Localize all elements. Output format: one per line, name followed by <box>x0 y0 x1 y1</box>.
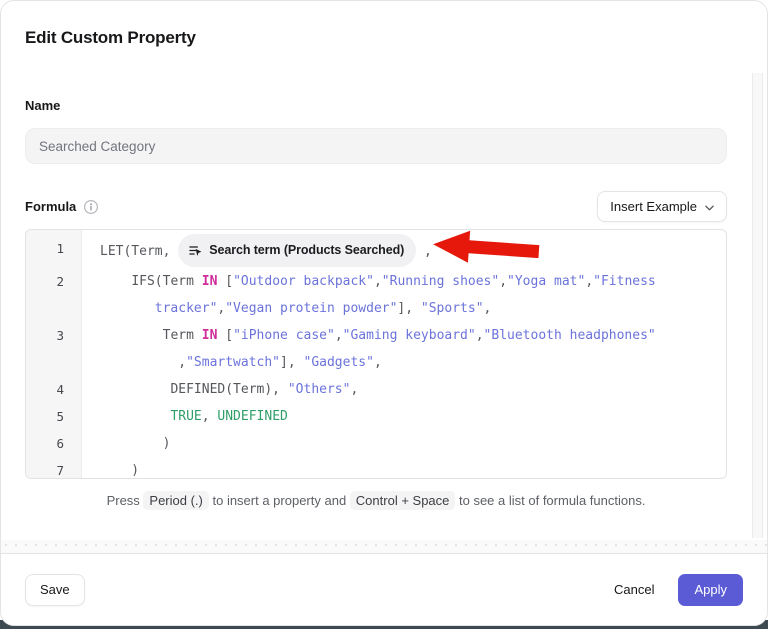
property-chip[interactable]: Search term (Products Searched) <box>178 234 416 267</box>
code-line[interactable]: TRUE, UNDEFINED <box>82 403 707 430</box>
code-token: ], <box>280 355 303 370</box>
code-token: "Outdoor backpack" <box>233 274 374 289</box>
save-button[interactable]: Save <box>25 574 85 606</box>
kbd-control-space: Control + Space <box>350 491 456 510</box>
code-row: 2IFS(Term IN ["Outdoor backpack","Runnin… <box>26 268 726 322</box>
code-token: DEFINED(Term), <box>170 382 287 397</box>
modal-footer: Save Cancel Apply <box>1 554 767 625</box>
code-token: IFS(Term <box>131 274 201 289</box>
code-token: IN <box>202 328 218 343</box>
code-token: , <box>585 274 593 289</box>
code-token: , <box>335 328 343 343</box>
edit-custom-property-modal: Edit Custom Property Name Formula <box>0 0 768 626</box>
code-token: "Bluetooth headphones" <box>484 328 656 343</box>
scrollbar-track[interactable] <box>752 73 763 538</box>
code-token: , <box>350 382 358 397</box>
insert-example-label: Insert Example <box>610 199 697 214</box>
editor-rows: 1LET(Term, Search term (Products Searche… <box>26 230 726 478</box>
line-number: 7 <box>26 457 82 479</box>
code-token: [ <box>217 328 233 343</box>
line-number: 5 <box>26 403 82 430</box>
code-line[interactable]: ) <box>82 430 707 457</box>
modal-body: Name Formula Insert Example <box>1 48 767 510</box>
code-token: "Gadgets" <box>304 355 374 370</box>
code-line[interactable]: DEFINED(Term), "Others", <box>82 376 707 403</box>
code-row: 7) <box>26 457 726 479</box>
info-icon[interactable] <box>83 199 99 215</box>
filter-cursor-icon <box>189 244 202 257</box>
hint-text: to see a list of formula functions. <box>455 493 645 508</box>
code-token: IN <box>202 274 218 289</box>
insert-example-button[interactable]: Insert Example <box>597 191 727 222</box>
code-token: TRUE <box>170 409 201 424</box>
code-token: , <box>374 274 382 289</box>
chevron-down-icon <box>705 199 714 214</box>
apply-button[interactable]: Apply <box>678 574 743 606</box>
line-number: 4 <box>26 376 82 403</box>
code-token: LET(Term, <box>100 244 178 259</box>
code-token: [ <box>217 274 233 289</box>
code-token: "Yoga mat" <box>507 274 585 289</box>
code-token: "Sports" <box>421 301 484 316</box>
page-title: Edit Custom Property <box>25 27 743 48</box>
kbd-period: Period (.) <box>143 491 208 510</box>
line-number: 3 <box>26 322 82 376</box>
code-token: Term <box>163 328 202 343</box>
code-token: ) <box>163 436 171 451</box>
code-row: 6) <box>26 430 726 457</box>
formula-row: Formula Insert Example <box>25 191 727 222</box>
code-token: ], <box>397 301 420 316</box>
screen-backdrop: Edit Custom Property Name Formula <box>0 0 768 629</box>
code-row: 4DEFINED(Term), "Others", <box>26 376 726 403</box>
line-number: 1 <box>26 230 82 268</box>
code-token: "Gaming keyboard" <box>343 328 476 343</box>
code-token: UNDEFINED <box>217 409 287 424</box>
code-token: , <box>202 409 218 424</box>
code-token: ) <box>131 463 139 478</box>
code-token: "Smartwatch" <box>186 355 280 370</box>
formula-label: Formula <box>25 199 76 215</box>
code-token: , <box>499 274 507 289</box>
code-token: "Others" <box>288 382 351 397</box>
cancel-button[interactable]: Cancel <box>610 574 658 606</box>
code-row: 5TRUE, UNDEFINED <box>26 403 726 430</box>
code-row: 1LET(Term, Search term (Products Searche… <box>26 230 726 268</box>
modal-header: Edit Custom Property <box>1 1 767 48</box>
dotted-divider-strip <box>1 540 767 554</box>
formula-editor[interactable]: 1LET(Term, Search term (Products Searche… <box>25 229 727 479</box>
formula-hint: Press Period (.) to insert a property an… <box>25 492 727 510</box>
code-line[interactable]: IFS(Term IN ["Outdoor backpack","Running… <box>82 268 707 322</box>
line-number: 2 <box>26 268 82 322</box>
hint-text: to insert a property and <box>209 493 350 508</box>
property-chip-label: Search term (Products Searched) <box>209 237 404 264</box>
code-token: "iPhone case" <box>233 328 335 343</box>
code-line[interactable]: Term IN ["iPhone case","Gaming keyboard"… <box>82 322 707 376</box>
code-token: , <box>374 355 382 370</box>
code-row: 3Term IN ["iPhone case","Gaming keyboard… <box>26 322 726 376</box>
code-line[interactable]: LET(Term, Search term (Products Searched… <box>82 230 707 268</box>
code-token: "Running shoes" <box>382 274 499 289</box>
name-label: Name <box>25 98 727 114</box>
name-input[interactable] <box>25 128 727 164</box>
code-token: , <box>484 301 492 316</box>
code-line[interactable]: ) <box>82 457 707 479</box>
code-token: "Vegan protein powder" <box>225 301 397 316</box>
code-token: , <box>476 328 484 343</box>
line-number: 6 <box>26 430 82 457</box>
hint-text: Press <box>107 493 144 508</box>
